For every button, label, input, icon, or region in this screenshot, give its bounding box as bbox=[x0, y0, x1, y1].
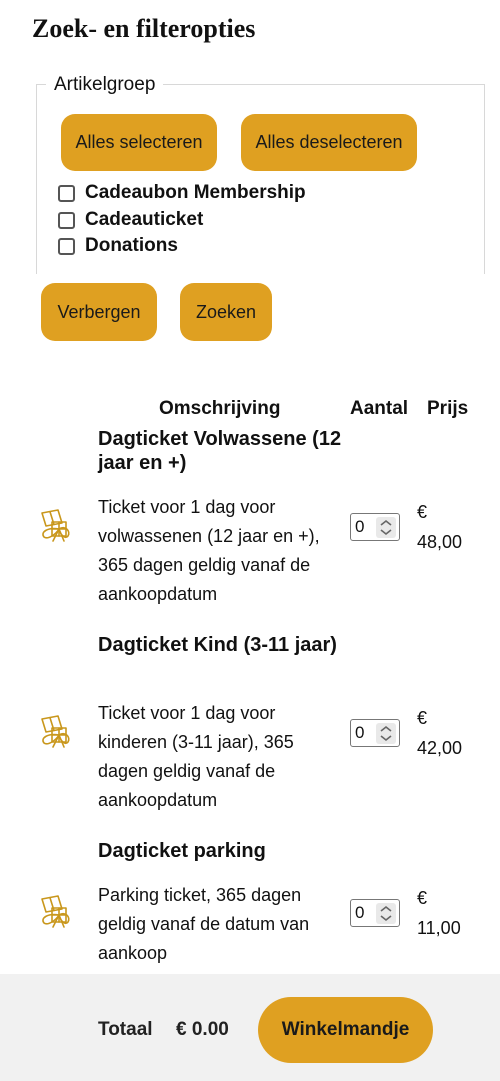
total-label: Totaal bbox=[98, 1019, 153, 1040]
quantity-value: 0 bbox=[355, 723, 365, 742]
search-button[interactable]: Zoeken bbox=[180, 283, 272, 341]
hide-button[interactable]: Verbergen bbox=[41, 283, 157, 341]
column-header-price: Prijs bbox=[427, 398, 469, 419]
price: € 42,00 bbox=[417, 703, 462, 763]
column-header-quantity: Aantal bbox=[350, 398, 409, 419]
product-description: Ticket voor 1 dag voor volwassenen (12 j… bbox=[98, 497, 320, 604]
price-amount: 42,00 bbox=[417, 738, 463, 758]
group-checkbox-row[interactable]: Cadeauticket bbox=[58, 209, 203, 231]
page-title: Zoek- en filteropties bbox=[32, 14, 256, 43]
price-currency: € bbox=[417, 708, 428, 728]
price: € 48,00 bbox=[417, 497, 462, 557]
quantity-value: 0 bbox=[355, 517, 365, 536]
spinner-arrows-icon[interactable] bbox=[376, 903, 396, 924]
total-value: € 0.00 bbox=[176, 1019, 229, 1040]
quantity-stepper[interactable]: 0 bbox=[350, 899, 400, 927]
cadeauticket-checkbox[interactable] bbox=[58, 211, 75, 229]
price-amount: 48,00 bbox=[417, 532, 463, 552]
product-title: Dagticket Volwassene (12 jaar en +) bbox=[98, 428, 342, 474]
price: € 11,00 bbox=[417, 883, 461, 943]
gift-ticket-icon bbox=[41, 509, 70, 542]
donations-checkbox[interactable] bbox=[58, 237, 75, 255]
article-group-legend: Artikelgroep bbox=[46, 74, 164, 96]
spinner-arrows-icon[interactable] bbox=[376, 517, 396, 538]
checkbox-label: Donations bbox=[85, 235, 178, 256]
spinner-arrows-icon[interactable] bbox=[376, 723, 396, 744]
checkbox-label: Cadeaubon Membership bbox=[85, 182, 306, 203]
column-header-description: Omschrijving bbox=[159, 398, 281, 419]
cadeaubon-membership-checkbox[interactable] bbox=[58, 184, 75, 202]
gift-ticket-icon bbox=[41, 895, 70, 928]
product-title: Dagticket parking bbox=[98, 840, 266, 862]
product-description: Parking ticket, 365 dagen geldig vanaf d… bbox=[98, 885, 310, 963]
price-amount: 11,00 bbox=[417, 918, 461, 938]
group-checkbox-row[interactable]: Donations bbox=[58, 235, 178, 257]
cart-button[interactable]: Winkelmandje bbox=[258, 997, 433, 1063]
quantity-stepper[interactable]: 0 bbox=[350, 719, 400, 747]
quantity-value: 0 bbox=[355, 903, 365, 922]
deselect-all-button[interactable]: Alles deselecteren bbox=[241, 114, 417, 171]
quantity-stepper[interactable]: 0 bbox=[350, 513, 400, 541]
select-all-button[interactable]: Alles selecteren bbox=[61, 114, 217, 171]
price-currency: € bbox=[417, 888, 428, 908]
product-title: Dagticket Kind (3-11 jaar) bbox=[98, 634, 337, 656]
checkbox-label: Cadeauticket bbox=[85, 209, 204, 230]
product-description: Ticket voor 1 dag voor kinderen (3-11 ja… bbox=[98, 703, 294, 810]
gift-ticket-icon bbox=[41, 715, 70, 748]
group-checkbox-row[interactable]: Cadeaubon Membership bbox=[58, 182, 306, 204]
price-currency: € bbox=[417, 502, 428, 522]
